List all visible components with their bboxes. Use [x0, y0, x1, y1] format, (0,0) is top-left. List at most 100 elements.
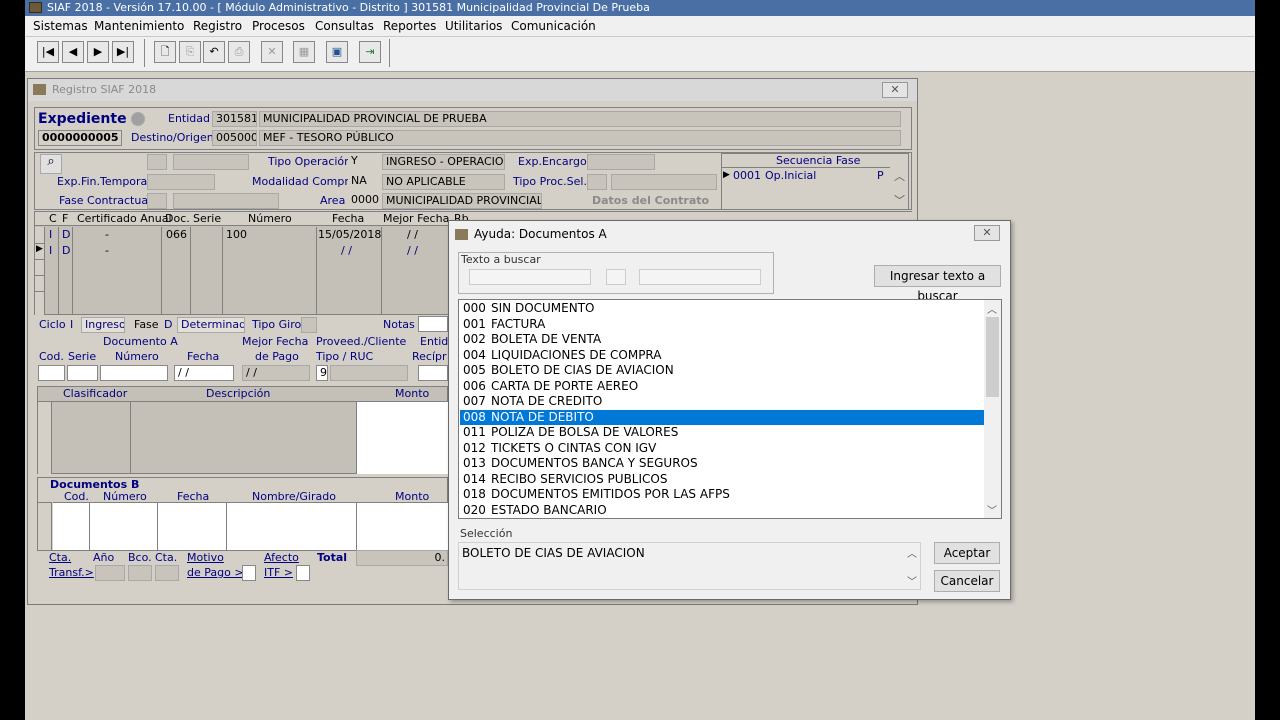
- menu-procesos[interactable]: Procesos: [252, 19, 305, 33]
- list-item[interactable]: 006 CARTA DE PORTE AEREO: [460, 379, 984, 395]
- delete-icon[interactable]: ✕: [261, 41, 283, 63]
- item-name: NOTA DE CREDITO: [491, 394, 603, 408]
- row2-mejor-fecha[interactable]: / /: [407, 244, 418, 257]
- scroll-down-icon[interactable]: ﹀: [907, 573, 917, 588]
- motivo-field[interactable]: [242, 565, 256, 581]
- row2-c[interactable]: I: [49, 244, 52, 257]
- notas-label: Notas: [383, 318, 415, 331]
- expediente-panel: Expediente Entidad 301581 MUNICIPALIDAD …: [34, 107, 912, 150]
- close-icon[interactable]: ✕: [882, 82, 908, 98]
- grid-header-fecha: Fecha: [332, 212, 365, 225]
- copy-icon[interactable]: ⎘: [179, 41, 201, 63]
- entid-field[interactable]: [418, 365, 448, 381]
- search-icon[interactable]: ▦: [293, 41, 315, 63]
- grid-header-doc: Doc.: [165, 212, 190, 225]
- doc-numero-field[interactable]: [100, 365, 168, 381]
- menu-consultas[interactable]: Consultas: [315, 19, 374, 33]
- de-pago-link[interactable]: de Pago >: [187, 566, 244, 579]
- item-code: 014: [463, 471, 486, 486]
- undo-icon[interactable]: ↶: [203, 41, 225, 63]
- save-icon[interactable]: ▣: [326, 41, 348, 63]
- tipo-giro-field[interactable]: [301, 317, 317, 333]
- first-record-icon[interactable]: |◀: [37, 41, 59, 63]
- doc-fecha-field[interactable]: / /: [174, 365, 234, 381]
- itf-link[interactable]: ITF >: [264, 566, 293, 579]
- new-document-icon[interactable]: 🗋: [154, 41, 176, 63]
- grid-column-line: [89, 502, 90, 550]
- toolbar-separator: [144, 39, 145, 67]
- print-icon[interactable]: ⎙: [228, 41, 250, 63]
- close-icon[interactable]: ✕: [974, 225, 1000, 241]
- documento-a-label: Documento A: [103, 335, 178, 348]
- row1-c[interactable]: I: [49, 228, 52, 241]
- cta-link[interactable]: Cta.: [49, 551, 71, 564]
- list-item[interactable]: 013 DOCUMENTOS BANCA Y SEGUROS: [460, 456, 984, 472]
- afecto-link[interactable]: Afecto: [264, 551, 299, 564]
- item-name: NOTA DE DEBITO: [491, 409, 594, 424]
- list-item-selected[interactable]: 008 NOTA DE DEBITO: [460, 409, 984, 425]
- row-divider: [35, 291, 45, 292]
- scroll-up-icon[interactable]: ︿: [894, 168, 905, 184]
- search-button[interactable]: Ingresar texto a buscar: [874, 265, 1001, 303]
- row1-fecha[interactable]: 15/05/2018: [318, 228, 381, 241]
- row2-fecha[interactable]: / /: [341, 244, 352, 257]
- next-record-icon[interactable]: ▶: [87, 41, 109, 63]
- bco-label: Bco.: [128, 551, 152, 564]
- exit-icon[interactable]: ⇥: [359, 41, 381, 63]
- search-input-2[interactable]: [606, 269, 626, 285]
- datos-contrato-button[interactable]: Datos del Contrato: [592, 194, 709, 207]
- menu-comunicacion[interactable]: Comunicación: [511, 19, 596, 33]
- scroll-down-icon[interactable]: ﹀: [894, 192, 905, 208]
- doc-serie-field[interactable]: [67, 365, 98, 381]
- list-item[interactable]: 004 LIQUIDACIONES DE COMPRA: [460, 348, 984, 364]
- motivo-link[interactable]: Motivo: [187, 551, 224, 564]
- menu-bar: Sistemas Mantenimiento Registro Procesos…: [25, 16, 1255, 37]
- list-item[interactable]: 014 RECIBO SERVICIOS PUBLICOS: [460, 472, 984, 488]
- scroll-down-icon[interactable]: ﹀: [987, 502, 997, 517]
- tipo-field[interactable]: 9: [316, 365, 328, 381]
- scroll-up-icon[interactable]: ︿: [907, 545, 917, 560]
- binoculars-icon[interactable]: ⌕: [40, 154, 62, 174]
- menu-utilitarios[interactable]: Utilitarios: [445, 19, 502, 33]
- cancel-button[interactable]: Cancelar: [934, 570, 1000, 592]
- item-name: BOLETA DE VENTA: [491, 332, 602, 346]
- menu-mantenimiento[interactable]: Mantenimiento: [94, 19, 184, 33]
- search-input-3[interactable]: [639, 269, 761, 285]
- scroll-thumb[interactable]: [986, 317, 999, 397]
- scroll-up-icon[interactable]: ︿: [987, 301, 997, 316]
- row1-mejor-fecha[interactable]: / /: [407, 228, 418, 241]
- secuencia-value[interactable]: Op.Inicial: [765, 169, 816, 182]
- menu-reportes[interactable]: Reportes: [383, 19, 436, 33]
- last-record-icon[interactable]: ▶|: [112, 41, 134, 63]
- list-item[interactable]: 000 SIN DOCUMENTO: [460, 301, 984, 317]
- exp-encargo-label: Exp.Encargo: [518, 155, 587, 168]
- menu-registro[interactable]: Registro: [193, 19, 242, 33]
- row1-f[interactable]: D: [62, 228, 70, 241]
- list-scrollbar[interactable]: ︿ ﹀: [984, 300, 1001, 518]
- row1-numero[interactable]: 100: [226, 228, 247, 241]
- item-code: 020: [463, 502, 486, 517]
- list-item[interactable]: 012 TICKETS O CINTAS CON IGV: [460, 441, 984, 457]
- previous-record-icon[interactable]: ◀: [62, 41, 84, 63]
- search-input[interactable]: [469, 269, 591, 285]
- list-item[interactable]: 005 BOLETO DE CIAS DE AVIACION: [460, 363, 984, 379]
- accept-button[interactable]: Aceptar: [934, 542, 1000, 564]
- row2-f[interactable]: D: [62, 244, 70, 257]
- list-item[interactable]: 020 ESTADO BANCARIO: [460, 503, 984, 519]
- row1-cert[interactable]: -: [105, 228, 109, 241]
- seleccion-box[interactable]: BOLETO DE CIAS DE AVIACION ︿ ﹀: [458, 542, 921, 590]
- list-item[interactable]: 018 DOCUMENTOS EMITIDOS POR LAS AFPS: [460, 487, 984, 503]
- list-item[interactable]: 007 NOTA DE CREDITO: [460, 394, 984, 410]
- secuencia-code[interactable]: 0001: [733, 169, 761, 182]
- menu-sistemas[interactable]: Sistemas: [33, 19, 88, 33]
- itf-field[interactable]: [296, 565, 310, 581]
- notas-field[interactable]: [418, 316, 448, 332]
- list-item[interactable]: 002 BOLETA DE VENTA: [460, 332, 984, 348]
- transf-link[interactable]: Transf.>: [49, 566, 94, 579]
- row2-cert[interactable]: -: [105, 244, 109, 257]
- row1-doc[interactable]: 066: [166, 228, 187, 241]
- list-item[interactable]: 001 FACTURA: [460, 317, 984, 333]
- list-item[interactable]: 011 POLIZA DE BOLSA DE VALORES: [460, 425, 984, 441]
- row-pointer-icon: ▶: [723, 170, 730, 180]
- doc-cod-field[interactable]: [38, 365, 65, 381]
